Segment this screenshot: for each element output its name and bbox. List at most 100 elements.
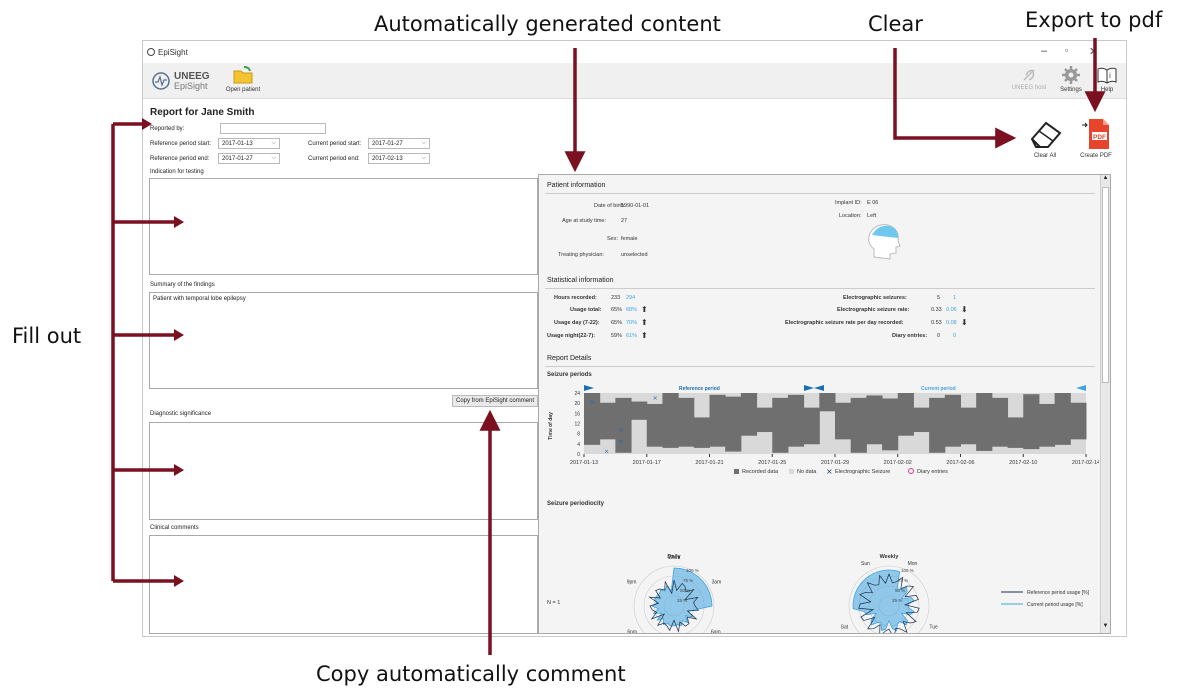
polar-ring-label: 50 % — [895, 588, 905, 593]
usage-total-label: Usage total: — [570, 307, 602, 313]
clinical-textarea[interactable] — [149, 535, 538, 634]
patient-info-header: Patient information — [547, 182, 606, 189]
chevron-down-icon: ⌵ — [421, 140, 426, 146]
cur-start-date[interactable]: 2017-01-27 ⌵ — [368, 138, 430, 149]
callout-fill: Fill out — [12, 324, 82, 348]
polar-axis-label: Sun — [861, 561, 870, 567]
seizure-marker: × — [618, 427, 623, 434]
reported-by-input[interactable] — [220, 123, 326, 134]
seizure-marker: × — [618, 438, 623, 445]
callout-export: Export to pdf — [1025, 8, 1163, 32]
close-icon[interactable]: ✕ — [1089, 45, 1098, 58]
restore-icon[interactable]: ▫ — [1065, 45, 1068, 55]
legend-nodata-swatch — [789, 469, 794, 474]
divider — [545, 288, 1095, 289]
recorded-bar — [756, 407, 773, 433]
x-tick-label: 2017-02-06 — [946, 460, 974, 466]
help-label: Help — [1100, 87, 1114, 93]
ref-start-label: Reference period start: — [150, 141, 212, 147]
age-label: Age at study time: — [562, 218, 607, 224]
periods-title: Seizure periods — [547, 372, 592, 378]
polar-axis-label: 3am — [712, 580, 722, 586]
age-value: 27 — [621, 218, 628, 224]
minimize-icon[interactable]: – — [1041, 45, 1047, 57]
ref-period-label: Reference period — [679, 386, 720, 392]
head-implant-icon — [868, 224, 901, 260]
chevron-down-icon: ⌵ — [421, 155, 426, 161]
uneeg-host-label: UNEEG host — [1011, 85, 1047, 91]
indication-textarea[interactable] — [149, 178, 538, 275]
legend-diary: Diary entries — [917, 469, 948, 475]
recorded-bar — [960, 407, 977, 445]
recorded-bar — [725, 396, 742, 452]
eseiz-ref: 5 — [937, 295, 941, 301]
divider — [545, 366, 1095, 367]
x-tick-label: 2017-02-14 — [1072, 460, 1099, 466]
recorded-bar — [662, 393, 679, 448]
polar-axis-label: Tue — [929, 624, 938, 630]
y-tick-label: 0 — [577, 452, 580, 458]
details-header: Report Details — [547, 355, 592, 362]
diary-ref: 0 — [937, 333, 941, 339]
eseiz-rate-ref: 0.33 — [931, 307, 942, 313]
recorded-bar — [787, 394, 805, 447]
divider — [545, 193, 1095, 194]
sex-value: female — [621, 236, 638, 242]
recorded-bar — [850, 397, 867, 453]
usage-night-label: Usage night(22-7): — [547, 333, 595, 339]
svg-text:i: i — [1109, 72, 1111, 80]
eseiz-day-label: Electrographic seizure rate per day reco… — [785, 320, 904, 326]
x-tick-label: 2017-01-25 — [758, 460, 786, 466]
scroll-down-icon[interactable]: ▼ — [1101, 623, 1110, 633]
recorded-bar — [740, 393, 758, 436]
vertical-scrollbar[interactable]: ▲ ▼ — [1100, 175, 1110, 633]
sex-label: Sex: — [607, 236, 619, 242]
implant-value: E 06 — [867, 200, 879, 206]
recorded-bar — [897, 393, 914, 436]
uneeg-host-button[interactable]: UNEEG host — [1009, 67, 1049, 91]
open-patient-button[interactable]: Open patient — [223, 65, 263, 93]
ref-end-date[interactable]: 2017-01-27 ⌵ — [218, 153, 280, 164]
x-tick-label: 2017-01-13 — [570, 460, 598, 466]
ref-end-label: Reference period end: — [150, 156, 210, 162]
diagnostic-textarea[interactable] — [149, 422, 538, 520]
recorded-bar — [803, 407, 820, 445]
recorded-bar — [835, 402, 852, 440]
usage-night-ref: 59% — [611, 333, 623, 339]
recorded-bar — [709, 394, 726, 447]
seizure-marker: × — [590, 399, 595, 406]
scroll-thumb[interactable] — [1102, 187, 1109, 383]
clear-all-button[interactable]: Clear All — [1023, 117, 1067, 159]
ref-end-value: 2017-01-27 — [222, 156, 253, 162]
help-book-icon: i — [1097, 67, 1117, 84]
polar-axis-label: 12am — [668, 555, 681, 561]
y-tick-label: 16 — [574, 411, 580, 417]
help-button[interactable]: i Help — [1093, 65, 1121, 93]
cur-end-marker — [1076, 385, 1086, 391]
ref-start-date[interactable]: 2017-01-13 ⌵ — [218, 138, 280, 149]
eseiz-day-ref: 0.53 — [931, 320, 942, 326]
recorded-bar — [646, 403, 663, 447]
summary-textarea[interactable]: Patient with temporal lobe epilepsy — [149, 292, 538, 389]
cur-end-label: Current period end: — [308, 156, 360, 162]
scroll-up-icon[interactable]: ▲ — [1101, 175, 1110, 185]
copy-comment-button[interactable]: Copy from EpiSight comment — [452, 395, 538, 407]
summary-label: Summary of the findings — [150, 282, 215, 288]
n-label: N = 1 — [547, 600, 561, 606]
recorded-bar — [944, 394, 961, 447]
legend-ref-usage: Reference period usage [%] — [1027, 590, 1090, 596]
y-tick-label: 4 — [577, 442, 580, 448]
periodicity-chart: Daily12am3am6am6pm9pm100 %75 %50 %25 %We… — [627, 554, 1090, 633]
auto-content-panel: Patient information Date of birth: 1990-… — [538, 174, 1111, 634]
location-value: Left — [867, 213, 877, 219]
toolbar: UNEEG EpiSight Open patient UNEEG host S… — [143, 63, 1126, 99]
clear-all-label: Clear All — [1033, 153, 1057, 159]
settings-label: Settings — [1060, 87, 1082, 93]
cur-end-date[interactable]: 2017-02-13 ⌵ — [368, 153, 430, 164]
create-pdf-button[interactable]: PDF Create PDF — [1076, 117, 1116, 159]
settings-button[interactable]: Settings — [1055, 65, 1087, 93]
period-boundary-marker — [804, 385, 824, 391]
recorded-bar — [1054, 393, 1071, 445]
ref-start-marker — [584, 385, 594, 391]
polar-ring-label: 75 % — [683, 578, 693, 583]
